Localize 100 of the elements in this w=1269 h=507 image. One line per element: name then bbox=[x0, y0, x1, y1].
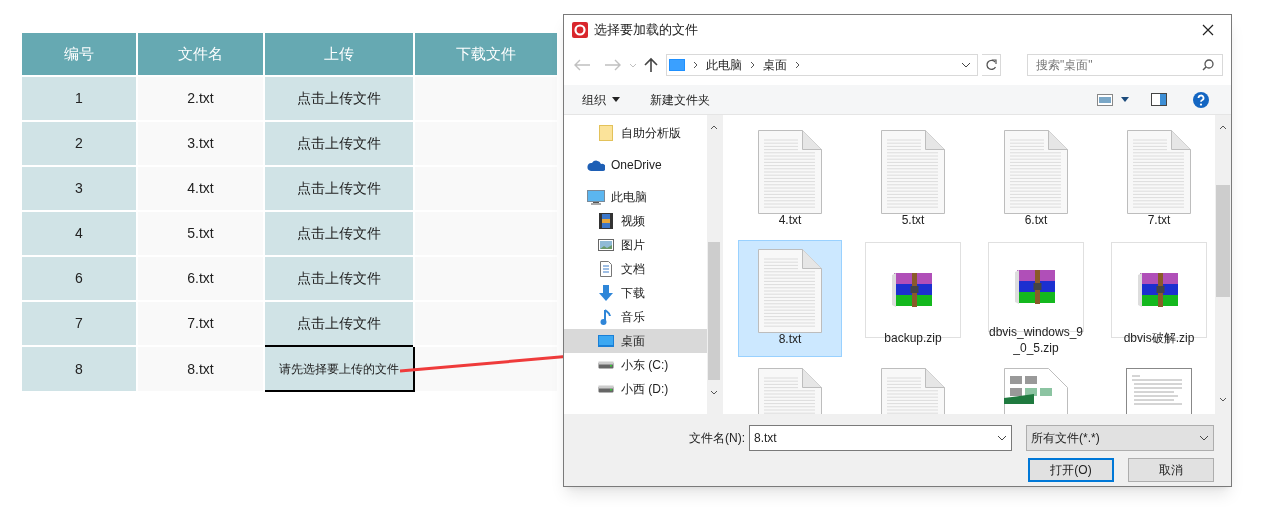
upload-link[interactable]: 点击上传文件 bbox=[264, 121, 414, 166]
sidebar-item[interactable]: 小东 (C:) bbox=[564, 353, 707, 377]
text-file-icon bbox=[881, 130, 945, 214]
table-cell: 2.txt bbox=[137, 76, 264, 121]
scrollbar[interactable] bbox=[707, 115, 721, 414]
file-item[interactable]: 5.txt bbox=[861, 121, 965, 238]
archive-icon bbox=[1015, 270, 1057, 304]
table-cell: 4.txt bbox=[137, 166, 264, 211]
table-cell: 1 bbox=[22, 76, 137, 121]
scrollbar[interactable] bbox=[1215, 115, 1231, 414]
file-item[interactable]: 4.txt bbox=[738, 121, 842, 238]
upload-link[interactable]: 请先选择要上传的文件 bbox=[264, 346, 414, 391]
dropdown-icon bbox=[997, 435, 1007, 441]
desktop-icon bbox=[598, 335, 614, 347]
text-file-icon bbox=[1127, 130, 1191, 214]
back-icon[interactable] bbox=[572, 58, 592, 72]
text-file-icon bbox=[1004, 130, 1068, 214]
sidebar-item[interactable]: 图片 bbox=[564, 233, 707, 257]
up-icon[interactable] bbox=[642, 57, 660, 73]
table-cell: 3.txt bbox=[137, 121, 264, 166]
dropdown-icon bbox=[1199, 435, 1209, 441]
folder-icon bbox=[599, 125, 613, 141]
dialog-button[interactable]: 取消 bbox=[1128, 458, 1214, 482]
column-header: 编号 bbox=[22, 33, 137, 76]
down-chevron-icon bbox=[1219, 397, 1227, 402]
refresh-icon bbox=[984, 59, 997, 71]
column-header: 文件名 bbox=[137, 33, 264, 76]
dropdown-icon[interactable] bbox=[960, 61, 971, 69]
help-icon[interactable] bbox=[1193, 91, 1209, 108]
picture-icon bbox=[598, 239, 614, 251]
scrollbar-thumb[interactable] bbox=[708, 242, 720, 380]
search-box[interactable]: 搜索"桌面" bbox=[1027, 54, 1224, 76]
text-file-icon bbox=[758, 249, 822, 333]
chevron-icon bbox=[794, 61, 800, 69]
forward-icon[interactable] bbox=[603, 58, 623, 72]
file-item[interactable]: 6.txt bbox=[984, 121, 1088, 238]
document-icon bbox=[600, 261, 612, 277]
monitor-icon bbox=[587, 189, 605, 205]
upload-link[interactable]: 点击上传文件 bbox=[264, 301, 414, 346]
archive-icon bbox=[1138, 273, 1180, 307]
preview-pane-icon[interactable] bbox=[1151, 93, 1167, 106]
table-cell: 8.txt bbox=[137, 346, 264, 391]
sidebar-item[interactable]: 视频 bbox=[564, 209, 707, 233]
archive-icon bbox=[892, 273, 934, 307]
file-item[interactable]: 8.txt bbox=[738, 240, 842, 357]
upload-link[interactable]: 点击上传文件 bbox=[264, 166, 414, 211]
cloud-icon bbox=[587, 159, 605, 171]
caret-icon[interactable] bbox=[1121, 97, 1129, 102]
upload-link[interactable]: 点击上传文件 bbox=[264, 211, 414, 256]
close-icon bbox=[1202, 24, 1214, 36]
caret-icon bbox=[612, 97, 620, 102]
filename-label: 文件名(N): bbox=[689, 430, 745, 447]
breadcrumb-item[interactable]: 桌面 bbox=[762, 56, 787, 74]
search-field[interactable]: 搜索"桌面" bbox=[1028, 55, 1203, 75]
search-icon bbox=[1202, 59, 1215, 71]
breadcrumb-item[interactable]: 此电脑 bbox=[705, 56, 742, 74]
down-chevron-icon bbox=[710, 390, 718, 395]
file-type-dropdown[interactable]: 所有文件(*.*) bbox=[1026, 425, 1214, 451]
drive-icon bbox=[598, 361, 614, 369]
app-icon bbox=[572, 22, 588, 38]
table-cell: 7.txt bbox=[137, 301, 264, 346]
table-cell: 8 bbox=[22, 346, 137, 391]
table-cell: 3 bbox=[22, 166, 137, 211]
column-header: 上传 bbox=[264, 33, 414, 76]
sidebar-item[interactable]: 此电脑 bbox=[564, 185, 707, 209]
film-icon bbox=[599, 213, 613, 229]
sidebar-item[interactable]: OneDrive bbox=[564, 153, 707, 177]
refresh-button[interactable] bbox=[981, 54, 1002, 76]
up-chevron-icon bbox=[710, 125, 718, 130]
sidebar-item[interactable]: 文档 bbox=[564, 257, 707, 281]
table-cell: 6 bbox=[22, 256, 137, 301]
down-arrow-icon bbox=[598, 285, 614, 301]
table-cell: 6.txt bbox=[137, 256, 264, 301]
window-title: 选择要加载的文件 bbox=[594, 21, 699, 40]
view-icon[interactable] bbox=[1097, 93, 1113, 106]
upload-link[interactable]: 点击上传文件 bbox=[264, 256, 414, 301]
chevron-icon bbox=[692, 61, 698, 69]
text-file-icon bbox=[758, 130, 822, 214]
table-cell: 4 bbox=[22, 211, 137, 256]
desktop-icon bbox=[668, 59, 685, 71]
scrollbar-thumb[interactable] bbox=[1216, 185, 1230, 297]
music-note-icon bbox=[600, 309, 612, 325]
dialog-button[interactable]: 打开(O) bbox=[1028, 458, 1114, 482]
table-cell: 5.txt bbox=[137, 211, 264, 256]
chevron-icon bbox=[749, 61, 755, 69]
sidebar-item[interactable]: 桌面 bbox=[564, 329, 707, 353]
sidebar-item[interactable]: 小西 (D:) bbox=[564, 377, 707, 401]
table-cell: 2 bbox=[22, 121, 137, 166]
sidebar-item[interactable]: 音乐 bbox=[564, 305, 707, 329]
file-item[interactable]: 7.txt bbox=[1107, 121, 1211, 238]
table-cell: 7 bbox=[22, 301, 137, 346]
drive-icon bbox=[598, 385, 614, 393]
new-folder-button[interactable]: 新建文件夹 bbox=[650, 90, 710, 109]
column-header: 下载文件 bbox=[414, 33, 558, 76]
upload-link[interactable]: 点击上传文件 bbox=[264, 76, 414, 121]
address-bar[interactable]: 此电脑 桌面 bbox=[665, 54, 978, 76]
sidebar-item[interactable]: 自助分析版 bbox=[564, 121, 707, 145]
sidebar-item[interactable]: 下载 bbox=[564, 281, 707, 305]
organize-menu[interactable]: 组织 bbox=[582, 90, 620, 109]
up-chevron-icon bbox=[1219, 125, 1227, 130]
